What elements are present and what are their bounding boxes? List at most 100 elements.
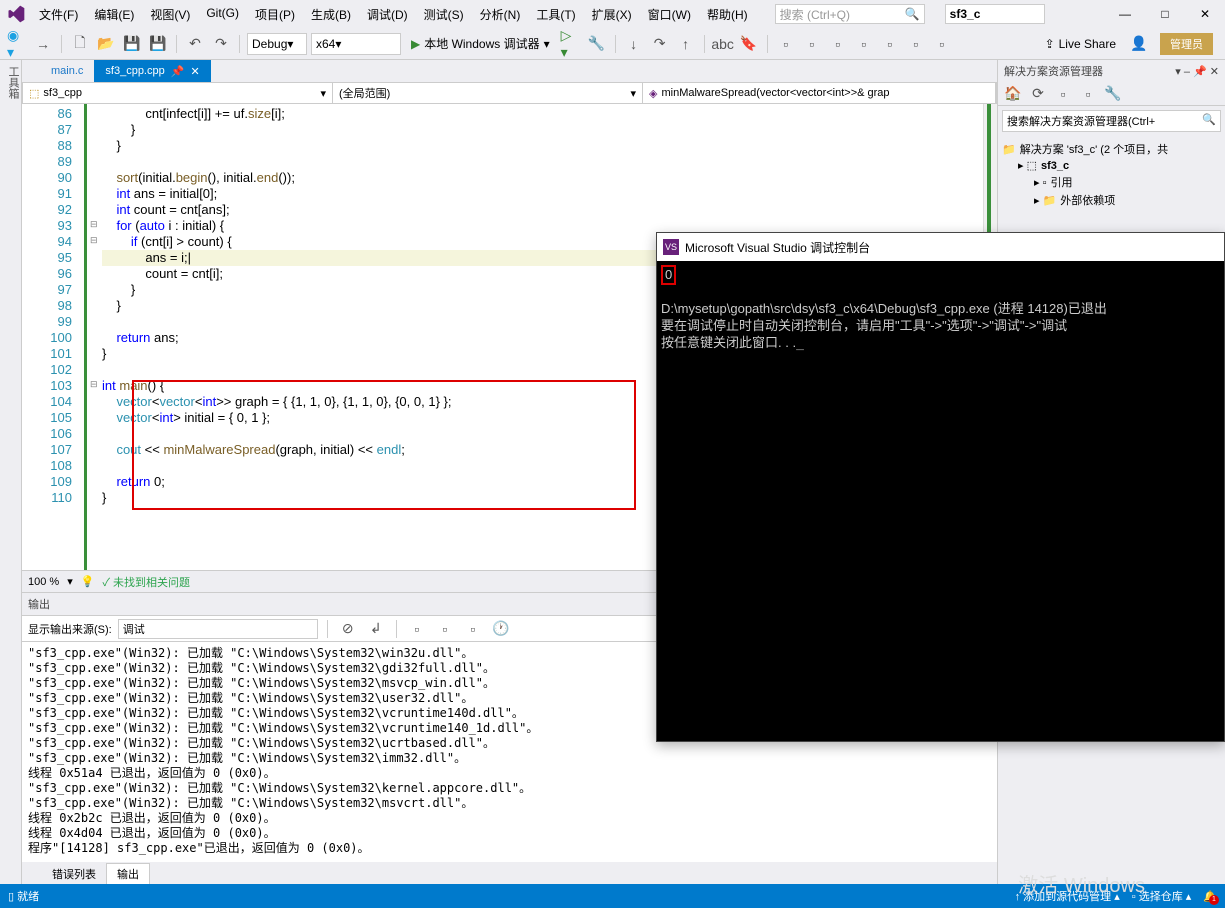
- home-icon[interactable]: 🏠: [1002, 83, 1024, 105]
- menu-ext[interactable]: 扩展(X): [585, 2, 639, 27]
- change-margin: [82, 104, 90, 570]
- t3-icon[interactable]: ▫: [827, 33, 849, 55]
- project-selector[interactable]: sf3_c: [945, 4, 1045, 24]
- search-icon: 🔍: [905, 7, 920, 21]
- save-icon[interactable]: 💾: [121, 33, 143, 55]
- open-icon[interactable]: 📂: [95, 33, 117, 55]
- out-b1-icon[interactable]: ▫: [406, 618, 428, 640]
- method-icon: ◈: [649, 87, 657, 100]
- status-add-src[interactable]: ↑ 添加到源代码管理 ▴: [1015, 888, 1120, 904]
- redo-icon[interactable]: ↷: [210, 33, 232, 55]
- menu-edit[interactable]: 编辑(E): [87, 2, 141, 27]
- menu-help[interactable]: 帮助(H): [700, 2, 755, 27]
- output-source-combo[interactable]: 调试: [118, 619, 318, 639]
- no-issues-indicator[interactable]: ✓ 未找到相关问题: [102, 574, 190, 590]
- menu-tools[interactable]: 工具(T): [529, 2, 582, 27]
- close-tab-icon[interactable]: ✕: [190, 65, 199, 78]
- solution-tree: 📁 解决方案 'sf3_c' (2 个项目，共 ▸ ⬚ sf3_c ▸ ▫ 引用…: [998, 136, 1225, 213]
- console-output[interactable]: 0 D:\mysetup\gopath\src\dsy\sf3_c\x64\De…: [657, 261, 1224, 741]
- out-b3-icon[interactable]: ▫: [462, 618, 484, 640]
- collapse-icon[interactable]: ▫: [1077, 83, 1099, 105]
- menu-git[interactable]: Git(G): [199, 2, 246, 27]
- tab-error-list[interactable]: 错误列表: [42, 864, 106, 884]
- tab-output[interactable]: 输出: [106, 863, 150, 884]
- nav-fwd-button[interactable]: →: [32, 33, 54, 55]
- tree-project[interactable]: ▸ ⬚ sf3_c: [1002, 158, 1221, 173]
- save-all-icon[interactable]: 💾: [147, 33, 169, 55]
- props-icon[interactable]: 🔧: [1102, 83, 1124, 105]
- config-combo[interactable]: Debug ▾: [247, 33, 307, 55]
- console-title-bar[interactable]: VS Microsoft Visual Studio 调试控制台: [657, 233, 1224, 261]
- menu-window[interactable]: 窗口(W): [641, 2, 698, 27]
- t5-icon[interactable]: ▫: [879, 33, 901, 55]
- start-no-debug-icon[interactable]: ▷ ▾: [560, 33, 582, 55]
- fold-column[interactable]: ⊟⊟⊟: [90, 104, 102, 570]
- toolbox-tab[interactable]: 工具箱: [0, 60, 22, 884]
- tree-references[interactable]: ▸ ▫ 引用: [1002, 173, 1221, 191]
- tab-main-c[interactable]: main.c: [40, 60, 94, 82]
- menu-view[interactable]: 视图(V): [143, 2, 197, 27]
- live-share-button[interactable]: ⇪ Live Share: [1037, 37, 1124, 51]
- menu-test[interactable]: 测试(S): [417, 2, 471, 27]
- tree-external[interactable]: ▸ 📁 外部依赖项: [1002, 191, 1221, 209]
- t1-icon[interactable]: ▫: [775, 33, 797, 55]
- tab-sf3-cpp[interactable]: sf3_cpp.cpp📌✕: [94, 60, 210, 82]
- start-debug-button[interactable]: ▶本地 Windows 调试器 ▾: [405, 33, 556, 55]
- output-source-label: 显示输出来源(S):: [28, 621, 112, 637]
- main-menu: 文件(F) 编辑(E) 视图(V) Git(G) 项目(P) 生成(B) 调试(…: [32, 2, 755, 27]
- step-over-icon[interactable]: ↷: [649, 33, 671, 55]
- undo-icon[interactable]: ↶: [184, 33, 206, 55]
- crumb-project[interactable]: ⬚sf3_cpp▾: [23, 83, 333, 103]
- debug-console-window: VS Microsoft Visual Studio 调试控制台 0 D:\my…: [656, 232, 1225, 742]
- account-icon[interactable]: 👤: [1128, 33, 1150, 55]
- comment-icon[interactable]: abc: [712, 33, 734, 55]
- crumb-function[interactable]: ◈minMalwareSpread(vector<vector<int>>& g…: [643, 83, 996, 103]
- t4-icon[interactable]: ▫: [853, 33, 875, 55]
- out-b2-icon[interactable]: ▫: [434, 618, 456, 640]
- step-out-icon[interactable]: ↑: [675, 33, 697, 55]
- status-repo[interactable]: ▫ 选择仓库 ▴: [1132, 888, 1192, 904]
- menu-build[interactable]: 生成(B): [304, 2, 358, 27]
- new-project-icon[interactable]: 🗋: [69, 33, 91, 55]
- menu-analyze[interactable]: 分析(N): [473, 2, 528, 27]
- console-title-text: Microsoft Visual Studio 调试控制台: [685, 239, 870, 256]
- out-clear-icon[interactable]: ⊘: [337, 618, 359, 640]
- menu-debug[interactable]: 调试(D): [360, 2, 415, 27]
- crumb-scope[interactable]: (全局范围)▾: [333, 83, 643, 103]
- nav-back-button[interactable]: ◉ ▾: [6, 33, 28, 55]
- t2-icon[interactable]: ▫: [801, 33, 823, 55]
- window-controls: — □ ✕: [1105, 0, 1225, 28]
- show-all-icon[interactable]: ▫: [1052, 83, 1074, 105]
- maximize-button[interactable]: □: [1145, 0, 1185, 28]
- out-wrap-icon[interactable]: ↲: [365, 618, 387, 640]
- play-icon: ▶: [411, 37, 420, 51]
- vs-logo-icon: [6, 4, 26, 24]
- pin-icon[interactable]: 📌: [171, 65, 185, 78]
- t6-icon[interactable]: ▫: [905, 33, 927, 55]
- debug-props-icon[interactable]: 🔧: [586, 33, 608, 55]
- line-numbers: 8687888990919293949596979899100101102103…: [22, 104, 82, 570]
- solution-search[interactable]: 搜索解决方案资源管理器(Ctrl+🔍: [1002, 110, 1221, 132]
- sync-icon[interactable]: ⟳: [1027, 83, 1049, 105]
- menu-project[interactable]: 项目(P): [248, 2, 302, 27]
- platform-combo[interactable]: x64 ▾: [311, 33, 401, 55]
- status-ready: ▯ 就绪: [8, 888, 39, 904]
- minimize-button[interactable]: —: [1105, 0, 1145, 28]
- t7-icon[interactable]: ▫: [931, 33, 953, 55]
- tree-solution[interactable]: 📁 解决方案 'sf3_c' (2 个项目，共: [1002, 140, 1221, 158]
- step-into-icon[interactable]: ↓: [623, 33, 645, 55]
- search-input[interactable]: 搜索 (Ctrl+Q)🔍: [775, 4, 925, 24]
- admin-badge: 管理员: [1160, 33, 1213, 55]
- lightbulb-icon[interactable]: 💡: [81, 575, 95, 588]
- title-bar: 文件(F) 编辑(E) 视图(V) Git(G) 项目(P) 生成(B) 调试(…: [0, 0, 1225, 28]
- out-clock-icon[interactable]: 🕐: [490, 618, 512, 640]
- bookmark-icon[interactable]: 🔖: [738, 33, 760, 55]
- cube-icon: ⬚: [29, 87, 39, 100]
- close-button[interactable]: ✕: [1185, 0, 1225, 28]
- notification-bell-icon[interactable]: 🔔1: [1203, 890, 1217, 903]
- zoom-level[interactable]: 100 %: [28, 576, 59, 588]
- menu-file[interactable]: 文件(F): [32, 2, 85, 27]
- solution-explorer-title: 解决方案资源管理器▾ ‒ 📌 ✕: [998, 60, 1225, 82]
- console-icon: VS: [663, 239, 679, 255]
- editor-tabs: main.c sf3_cpp.cpp📌✕: [22, 60, 997, 82]
